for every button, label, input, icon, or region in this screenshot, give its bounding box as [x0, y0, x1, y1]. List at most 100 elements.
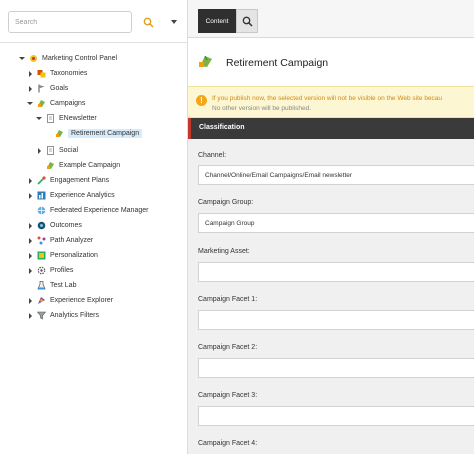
tree-item-label: ENewsletter — [59, 115, 97, 122]
tab-search[interactable] — [236, 9, 258, 33]
tree-item-experience-explorer[interactable]: Experience Explorer — [26, 294, 113, 307]
search-options-button[interactable] — [168, 14, 180, 30]
tree-item-label: Taxonomies — [50, 70, 88, 77]
tree-item-label: Social — [59, 147, 79, 154]
path-icon — [37, 236, 46, 245]
tree-item-label: Outcomes — [50, 222, 82, 229]
campaign-facet-1-field[interactable] — [198, 310, 474, 330]
tree-item-analytics-filters[interactable]: Analytics Filters — [26, 309, 99, 322]
tree-item-path-analyzer[interactable]: Path Analyzer — [26, 234, 93, 247]
tree-item-taxonomies[interactable]: Taxonomies — [26, 67, 87, 80]
tab-content[interactable]: Content — [198, 9, 236, 33]
expander-expanded-icon[interactable] — [35, 114, 43, 124]
federated-icon — [37, 206, 46, 215]
expander-collapsed-icon[interactable] — [26, 311, 34, 321]
tree-item-label: Example Campaign — [59, 162, 121, 169]
expander-collapsed-icon[interactable] — [26, 221, 34, 231]
warning-detail: No other version will be published. — [212, 105, 311, 112]
section-title: Classification — [199, 124, 245, 131]
tree-item-campaigns[interactable]: Campaigns — [26, 97, 85, 110]
expander-collapsed-icon[interactable] — [26, 191, 34, 201]
marketing-panel-icon — [29, 54, 38, 63]
filter-icon — [37, 311, 46, 320]
tree-item-label: Profiles — [50, 267, 74, 274]
tree-item-label: Engagement Plans — [50, 177, 110, 184]
divider — [0, 42, 188, 43]
tree-item-label: Retirement Campaign — [68, 129, 143, 138]
campaign-group-field[interactable]: Campaign Group — [198, 213, 474, 233]
expander-collapsed-icon[interactable] — [26, 84, 34, 94]
personalization-icon — [37, 251, 46, 260]
expander-collapsed-icon[interactable] — [26, 69, 34, 79]
campaign-facet-2-field[interactable] — [198, 358, 474, 378]
caret-down-icon — [171, 20, 177, 24]
section-header-classification[interactable]: Classification — [188, 118, 474, 139]
search-icon — [242, 16, 253, 27]
search-button[interactable] — [140, 14, 156, 30]
campaign-facet-4-label: Campaign Facet 4: — [198, 440, 258, 447]
tree-item-label: Goals — [50, 85, 69, 92]
campaign-icon — [46, 161, 55, 170]
campaign-icon — [37, 99, 46, 108]
tree-item-label: Personalization — [50, 252, 98, 259]
tree-item-social[interactable]: Social — [35, 144, 78, 157]
expander-collapsed-icon[interactable] — [26, 236, 34, 246]
content-tree-pane: Marketing Control Panel Taxonomies Goals… — [0, 0, 188, 454]
tree-item-retirement-campaign[interactable]: Retirement Campaign — [55, 127, 143, 140]
expander-collapsed-icon[interactable] — [26, 176, 34, 186]
content-editor-pane: Content Retirement Campaign ! If you pub… — [188, 0, 474, 454]
tree-item-label: Path Analyzer — [50, 237, 94, 244]
warning-message: If you publish now, the selected version… — [212, 95, 443, 102]
expander-expanded-icon[interactable] — [26, 99, 34, 109]
tree-item-engagement-plans[interactable]: Engagement Plans — [26, 174, 109, 187]
campaign-facet-2-label: Campaign Facet 2: — [198, 344, 258, 351]
campaign-facet-1-label: Campaign Facet 1: — [198, 296, 258, 303]
document-icon — [46, 146, 55, 155]
document-icon — [46, 114, 55, 123]
tree-item-federated-experience-manager[interactable]: Federated Experience Manager — [37, 204, 148, 217]
editor-tab-bar: Content — [188, 0, 474, 38]
tree-item-label: Experience Analytics — [50, 192, 115, 199]
item-header: Retirement Campaign — [188, 38, 474, 86]
tree-item-label: Experience Explorer — [50, 297, 114, 304]
tree-search-input[interactable] — [8, 11, 132, 33]
campaign-icon — [55, 129, 64, 138]
page-title: Retirement Campaign — [226, 57, 329, 69]
warning-icon: ! — [196, 95, 207, 106]
campaign-icon — [199, 55, 212, 67]
engagement-icon — [37, 176, 46, 185]
tree-item-experience-analytics[interactable]: Experience Analytics — [26, 189, 115, 202]
expander-collapsed-icon[interactable] — [26, 266, 34, 276]
expander-expanded-icon[interactable] — [18, 54, 26, 64]
channel-label: Channel: — [198, 152, 227, 159]
campaign-group-label: Campaign Group: — [198, 199, 254, 206]
flask-icon — [37, 281, 46, 290]
tree-item-personalization[interactable]: Personalization — [26, 249, 98, 262]
tree-item-goals[interactable]: Goals — [26, 82, 68, 95]
analytics-icon — [37, 191, 46, 200]
expander-collapsed-icon[interactable] — [26, 296, 34, 306]
search-icon — [143, 17, 154, 28]
marketing-asset-label: Marketing Asset: — [198, 248, 250, 255]
publish-warning: ! If you publish now, the selected versi… — [188, 86, 474, 118]
taxonomy-icon — [37, 69, 46, 78]
expander-collapsed-icon[interactable] — [35, 146, 43, 156]
tree-item-enewsletter[interactable]: ENewsletter — [35, 112, 97, 125]
channel-field[interactable]: Channel/Online/Email Campaigns/Email new… — [198, 165, 474, 185]
explorer-icon — [37, 296, 46, 305]
tree-item-marketing-control-panel[interactable]: Marketing Control Panel — [18, 52, 117, 65]
campaign-facet-3-field[interactable] — [198, 406, 474, 426]
expander-collapsed-icon[interactable] — [26, 251, 34, 261]
flag-icon — [37, 84, 46, 93]
tree-item-label: Campaigns — [50, 100, 86, 107]
tree-search-row — [8, 11, 180, 33]
campaign-facet-3-label: Campaign Facet 3: — [198, 392, 258, 399]
marketing-asset-field[interactable] — [198, 262, 474, 282]
tree-item-outcomes[interactable]: Outcomes — [26, 219, 82, 232]
profiles-icon — [37, 266, 46, 275]
tree-item-label: Test Lab — [50, 282, 77, 289]
tree-item-example-campaign[interactable]: Example Campaign — [46, 159, 120, 172]
tree-item-profiles[interactable]: Profiles — [26, 264, 73, 277]
tree-item-test-lab[interactable]: Test Lab — [37, 279, 76, 292]
tree-item-label: Analytics Filters — [50, 312, 100, 319]
